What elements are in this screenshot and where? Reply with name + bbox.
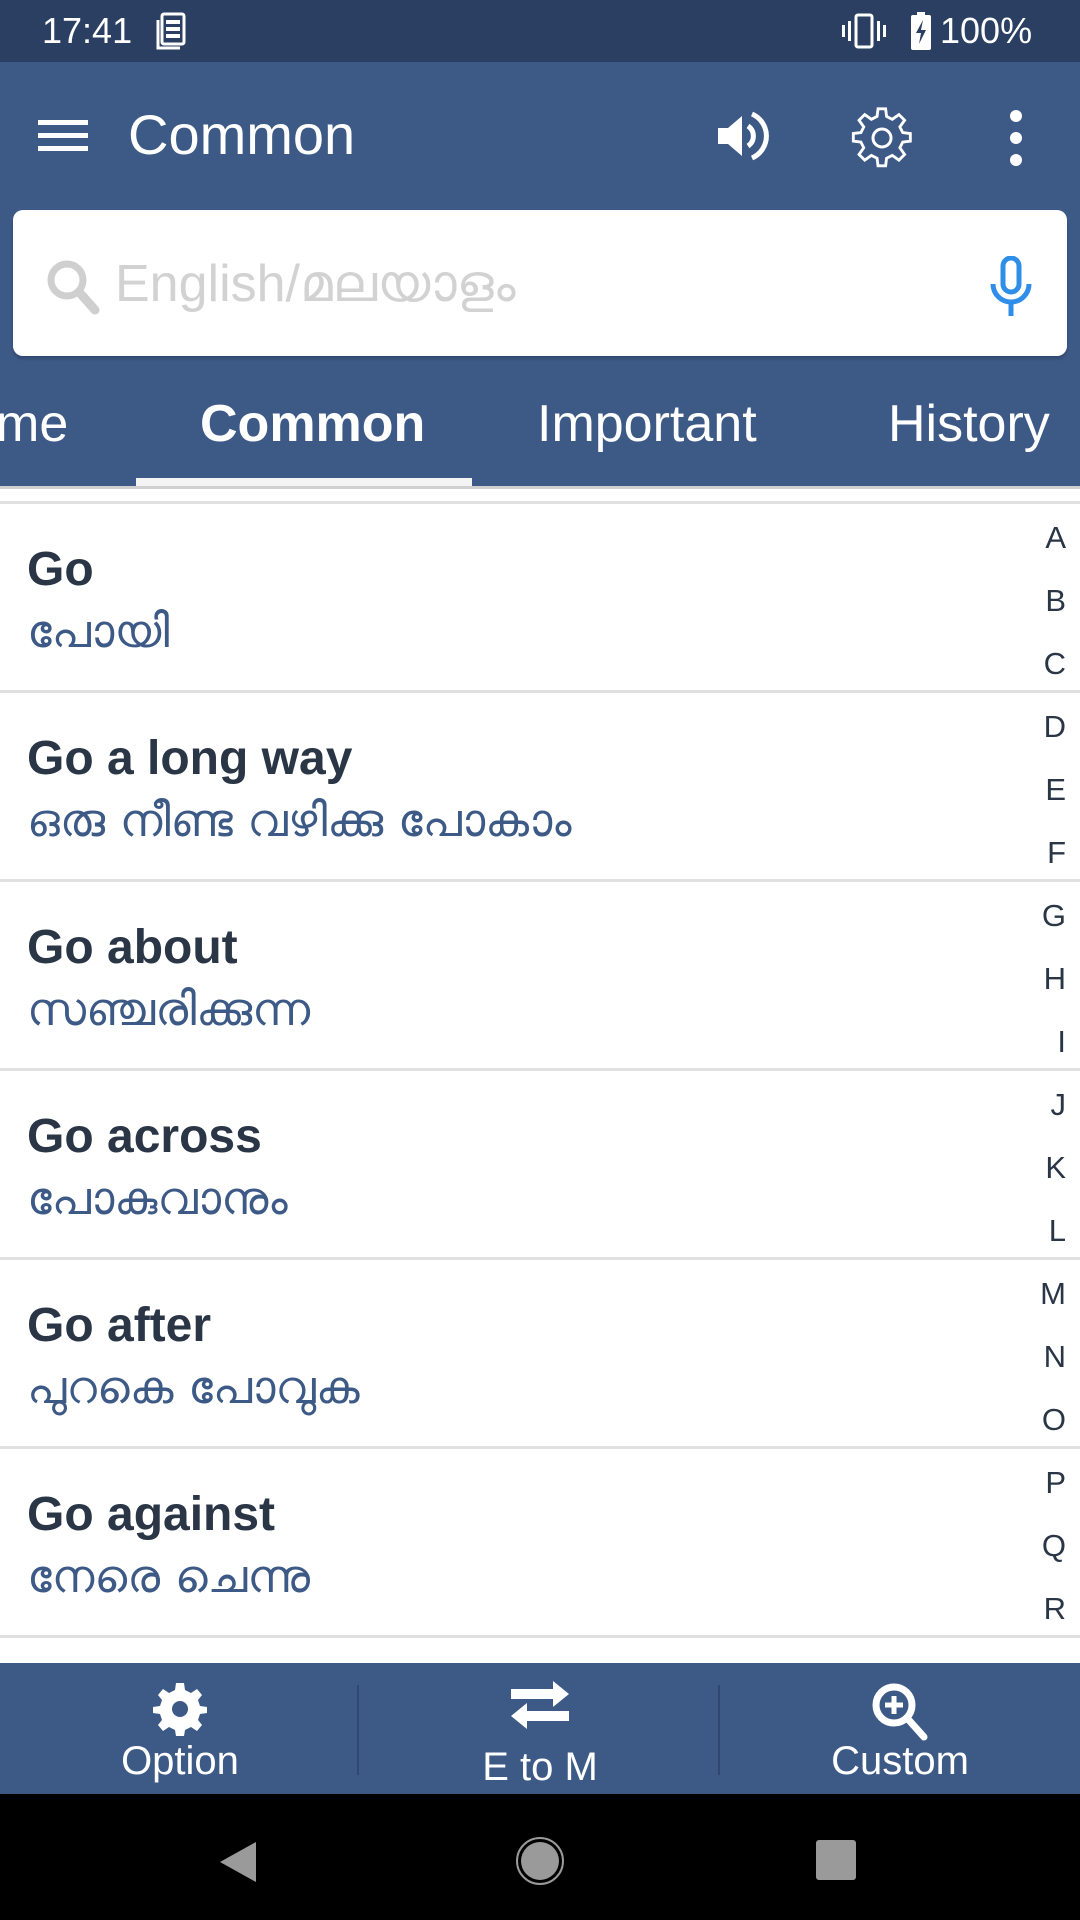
english-word: Go	[27, 543, 94, 596]
option-button[interactable]: Option	[0, 1663, 360, 1794]
zoom-in-icon	[872, 1683, 928, 1741]
word-list[interactable]: Go പോയി Go a long way ഒരു നീണ്ട വഴിക്കു …	[0, 489, 1080, 1663]
page-title: Common	[128, 103, 356, 166]
alphabet-letter[interactable]: Q	[1042, 1528, 1066, 1564]
malayalam-meaning: ഒരു നീണ്ട വഴിക്കു പോകാം	[27, 793, 572, 847]
alphabet-letter[interactable]: M	[1040, 1276, 1066, 1312]
malayalam-meaning: സഞ്ചരിക്കുന്ന	[27, 982, 311, 1036]
notification-icon	[156, 12, 186, 50]
english-word: Go against	[27, 1488, 276, 1541]
status-time: 17:41	[42, 10, 133, 51]
direction-toggle-button[interactable]: E to M	[360, 1663, 720, 1794]
settings-icon[interactable]	[850, 106, 914, 170]
tab-important[interactable]: Important	[537, 394, 757, 454]
home-icon[interactable]	[515, 1836, 565, 1886]
search-icon	[47, 260, 100, 315]
list-item[interactable]: Go പോയി	[0, 504, 1080, 690]
custom-label: Custom	[831, 1739, 969, 1783]
divider	[357, 1685, 359, 1775]
menu-icon[interactable]	[38, 118, 88, 154]
active-tab-indicator	[136, 478, 472, 486]
english-word: Go a long way	[27, 732, 353, 785]
alphabet-letter[interactable]: A	[1045, 520, 1066, 556]
alphabet-letter[interactable]: F	[1047, 835, 1066, 871]
alphabet-letter[interactable]: H	[1044, 961, 1066, 997]
malayalam-meaning: നേരെ ചെന്നു	[27, 1549, 310, 1603]
alphabet-letter[interactable]: N	[1044, 1339, 1066, 1375]
english-word: Go across	[27, 1110, 262, 1163]
tab-home[interactable]: me	[0, 394, 68, 454]
alphabet-letter[interactable]: B	[1045, 583, 1066, 619]
direction-label: E to M	[482, 1745, 598, 1789]
english-word: Go after	[27, 1299, 212, 1352]
alphabet-letter[interactable]: G	[1042, 898, 1066, 934]
alphabet-letter[interactable]: O	[1042, 1402, 1066, 1438]
search-box	[13, 210, 1067, 356]
speaker-icon[interactable]	[716, 108, 772, 164]
tab-common[interactable]: Common	[200, 394, 425, 454]
malayalam-meaning: പോയി	[27, 604, 170, 658]
alphabet-letter[interactable]: L	[1049, 1213, 1066, 1249]
list-item[interactable]: Go a long way ഒരു നീണ്ട വഴിക്കു പോകാം	[0, 693, 1080, 879]
alphabet-letter[interactable]: P	[1045, 1465, 1066, 1501]
app-bar: Common	[0, 62, 1080, 208]
search-input[interactable]	[113, 240, 937, 328]
english-word: Go about	[27, 921, 238, 974]
vibrate-icon	[842, 13, 886, 49]
alphabet-letter[interactable]: E	[1045, 772, 1066, 808]
list-item[interactable]: Go about സഞ്ചരിക്കുന്ന	[0, 882, 1080, 1068]
swap-icon	[511, 1681, 569, 1729]
malayalam-meaning: പുറകെ പോവുക	[27, 1360, 360, 1414]
battery-charging-icon	[911, 12, 931, 50]
mic-icon[interactable]	[983, 256, 1039, 318]
option-label: Option	[121, 1739, 239, 1783]
status-bar: 17:41 100%	[0, 0, 1080, 62]
divider	[0, 1635, 1080, 1638]
alphabet-letter[interactable]: C	[1044, 646, 1066, 682]
alphabet-letter[interactable]: I	[1057, 1024, 1066, 1060]
system-nav-bar	[0, 1794, 1080, 1920]
alphabet-letter[interactable]: D	[1044, 709, 1066, 745]
list-item[interactable]: Go across പോകുവാനും	[0, 1071, 1080, 1257]
settings-icon	[153, 1683, 207, 1736]
tab-bar: me Common Important History	[0, 368, 1080, 486]
custom-button[interactable]: Custom	[720, 1663, 1080, 1794]
list-item[interactable]: Go after പുറകെ പോവുക	[0, 1260, 1080, 1446]
alphabet-letter[interactable]: K	[1045, 1150, 1066, 1186]
back-icon[interactable]	[218, 1840, 258, 1884]
more-vert-icon[interactable]	[1000, 108, 1032, 168]
tab-history[interactable]: History	[888, 394, 1050, 454]
bottom-bar: Option E to M Custom	[0, 1663, 1080, 1794]
alphabet-letter[interactable]: R	[1044, 1591, 1066, 1627]
alphabet-letter[interactable]: J	[1051, 1087, 1067, 1123]
malayalam-meaning: പോകുവാനും	[27, 1171, 288, 1225]
list-item[interactable]: Go against നേരെ ചെന്നു	[0, 1449, 1080, 1635]
battery-percent: 100%	[940, 10, 1033, 51]
recent-apps-icon[interactable]	[816, 1840, 856, 1880]
